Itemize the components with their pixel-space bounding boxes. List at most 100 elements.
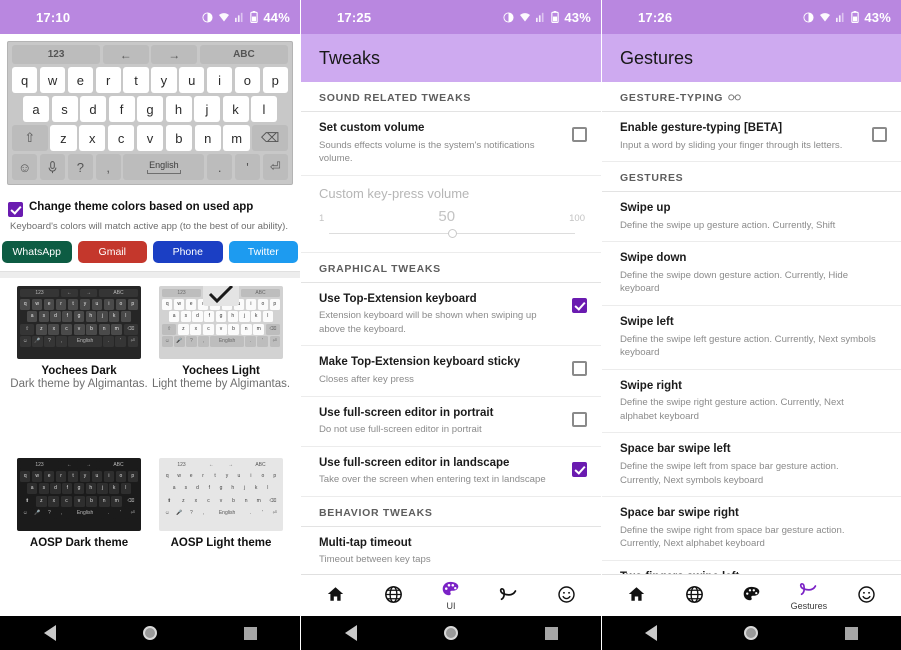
- nav-tab-ui[interactable]: [726, 586, 776, 605]
- list-item-make-top-extension-sticky[interactable]: Make Top-Extension keyboard sticky Close…: [301, 346, 601, 397]
- key-y[interactable]: y: [151, 67, 177, 93]
- gestures-list[interactable]: GESTURE-TYPING Enable gesture-typing [BE…: [602, 82, 901, 574]
- list-item-set-custom-volume[interactable]: Set custom volume Sounds effects volume …: [301, 112, 601, 176]
- enter-key[interactable]: ⏎: [262, 154, 288, 180]
- nav-back-icon[interactable]: [344, 625, 357, 641]
- period-key[interactable]: .: [206, 154, 233, 180]
- nav-tab-emoji[interactable]: [541, 585, 591, 606]
- nav-home-icon[interactable]: [443, 626, 458, 640]
- key-v[interactable]: v: [136, 125, 164, 151]
- key-l[interactable]: l: [251, 96, 277, 122]
- key-d[interactable]: d: [80, 96, 106, 122]
- key-u[interactable]: u: [179, 67, 205, 93]
- chip-twitter[interactable]: Twitter: [228, 241, 298, 263]
- list-item-two-fingers-swipe-left[interactable]: Two fingers swipe left Define the two-fi…: [602, 561, 901, 574]
- make-top-extension-sticky-checkbox[interactable]: [572, 361, 587, 377]
- question-key[interactable]: ?: [67, 154, 94, 180]
- nav-tab-gestures[interactable]: [484, 586, 534, 605]
- panel-tweaks: 17:25 43% Tweaks SOUND RELATED TWEAKS Se…: [300, 0, 601, 650]
- list-item-use-top-extension-keyboard[interactable]: Use Top-Extension keyboard Extension key…: [301, 283, 601, 347]
- section-header-sound: SOUND RELATED TWEAKS: [301, 82, 601, 112]
- key-arrow-right[interactable]: →: [151, 45, 198, 64]
- key-k[interactable]: k: [222, 96, 249, 122]
- key-arrow-left[interactable]: ←: [102, 45, 149, 64]
- key-x[interactable]: x: [79, 125, 106, 151]
- status-time: 17:26: [638, 9, 673, 25]
- fullscreen-editor-landscape-checkbox[interactable]: [572, 461, 587, 477]
- key-s[interactable]: s: [51, 96, 78, 122]
- tweaks-list[interactable]: SOUND RELATED TWEAKS Set custom volume S…: [301, 82, 601, 574]
- list-item-fullscreen-editor-portrait[interactable]: Use full-screen editor in portrait Do no…: [301, 397, 601, 447]
- nav-tab-gestures[interactable]: Gestures: [784, 581, 834, 611]
- volume-slider[interactable]: [329, 228, 575, 240]
- key-j[interactable]: j: [194, 96, 220, 122]
- key-b[interactable]: b: [165, 125, 193, 151]
- slider-thumb[interactable]: [447, 228, 457, 238]
- theme-card-yochees-light[interactable]: 123←→ABC qwertyuiop asdfghjkl ⇧zxcvbnm⌫ …: [150, 286, 292, 458]
- key-p[interactable]: p: [262, 67, 288, 93]
- theme-color-option-row[interactable]: Change theme colors based on used app: [8, 196, 292, 217]
- key-f[interactable]: f: [108, 96, 135, 122]
- list-item-swipe-left[interactable]: Swipe left Define the swipe left gesture…: [602, 306, 901, 370]
- list-item-swipe-right[interactable]: Swipe right Define the swipe right gestu…: [602, 370, 901, 434]
- backspace-key[interactable]: ⌫: [252, 125, 288, 151]
- list-item-multi-tap-timeout[interactable]: Multi-tap timeout Timeout between key ta…: [301, 527, 601, 574]
- key-w[interactable]: w: [39, 67, 66, 93]
- emoji-key[interactable]: ☺: [12, 154, 38, 180]
- key-r[interactable]: r: [95, 67, 121, 93]
- list-item-space-bar-swipe-left[interactable]: Space bar swipe left Define the swipe le…: [602, 433, 901, 498]
- nav-home-icon[interactable]: [743, 626, 758, 640]
- list-item-fullscreen-editor-landscape[interactable]: Use full-screen editor in landscape Take…: [301, 447, 601, 497]
- list-item-enable-gesture-typing[interactable]: Enable gesture-typing [BETA] Input a wor…: [602, 112, 901, 163]
- list-item-space-bar-swipe-right[interactable]: Space bar swipe right Define the swipe r…: [602, 497, 901, 561]
- set-custom-volume-checkbox[interactable]: [572, 127, 587, 142]
- key-z[interactable]: z: [50, 125, 77, 151]
- theme-card-aosp-light[interactable]: 123 ← → ABC qwertyuiop asdfghjkl ⬆ z x c v b n m ⌫ …: [150, 458, 292, 616]
- shift-key[interactable]: ⇧: [12, 125, 48, 151]
- key-abc[interactable]: ABC: [199, 45, 288, 64]
- mic-key[interactable]: [39, 154, 66, 180]
- comma-key[interactable]: ,: [95, 154, 121, 180]
- key-t[interactable]: t: [123, 67, 149, 93]
- list-item-swipe-up[interactable]: Swipe up Define the swipe up gesture act…: [602, 192, 901, 243]
- nav-recents-icon[interactable]: [243, 626, 257, 640]
- nav-tab-home[interactable]: [311, 586, 361, 605]
- change-theme-colors-checkbox[interactable]: [8, 202, 23, 217]
- three-panel-screenshot: 17:10 44% 123 ← → ABC q w e r t y u i o …: [0, 0, 901, 650]
- globe-icon: [384, 585, 402, 606]
- nav-home-icon[interactable]: [142, 626, 157, 640]
- nav-tab-ui[interactable]: UI: [426, 581, 476, 611]
- key-o[interactable]: o: [234, 67, 261, 93]
- chip-phone[interactable]: Phone: [153, 241, 223, 263]
- key-123[interactable]: 123: [12, 45, 101, 64]
- fullscreen-editor-portrait-checkbox[interactable]: [572, 411, 587, 427]
- theme-card-yochees-dark[interactable]: 123 ← → ABC qwertyuiop asdfghjkl ⇧ z x c v b n m ⌫ …: [8, 286, 150, 458]
- key-n[interactable]: n: [194, 125, 221, 151]
- space-key[interactable]: English: [123, 154, 205, 180]
- key-c[interactable]: c: [107, 125, 135, 151]
- key-a[interactable]: a: [23, 96, 49, 122]
- nav-tab-emoji[interactable]: [841, 585, 891, 606]
- theme-card-aosp-dark[interactable]: 123 ← → ABC qwertyuiop asdfghjkl ⬆ z x c v b n m ⌫ …: [8, 458, 150, 616]
- nav-recents-icon[interactable]: [844, 626, 858, 640]
- chip-whatsapp[interactable]: WhatsApp: [2, 241, 72, 263]
- nav-tab-language[interactable]: [669, 585, 719, 606]
- keyboard-preview[interactable]: 123 ← → ABC q w e r t y u i o p a s d f …: [7, 41, 293, 185]
- nav-tab-home[interactable]: [612, 586, 662, 605]
- use-top-extension-keyboard-checkbox[interactable]: [572, 297, 587, 313]
- key-g[interactable]: g: [137, 96, 163, 122]
- key-q[interactable]: q: [12, 67, 38, 93]
- key-i[interactable]: i: [206, 67, 233, 93]
- nav-tab-language[interactable]: [368, 585, 418, 606]
- list-item-title: Space bar swipe right: [620, 507, 739, 520]
- nav-back-icon[interactable]: [645, 625, 658, 641]
- key-e[interactable]: e: [67, 67, 94, 93]
- nav-back-icon[interactable]: [43, 625, 56, 641]
- apostrophe-key[interactable]: ': [234, 154, 261, 180]
- key-m[interactable]: m: [223, 125, 250, 151]
- chip-gmail[interactable]: Gmail: [77, 241, 147, 263]
- nav-recents-icon[interactable]: [544, 626, 558, 640]
- enable-gesture-typing-checkbox[interactable]: [872, 127, 887, 142]
- list-item-swipe-down[interactable]: Swipe down Define the swipe down gesture…: [602, 242, 901, 306]
- key-h[interactable]: h: [165, 96, 192, 122]
